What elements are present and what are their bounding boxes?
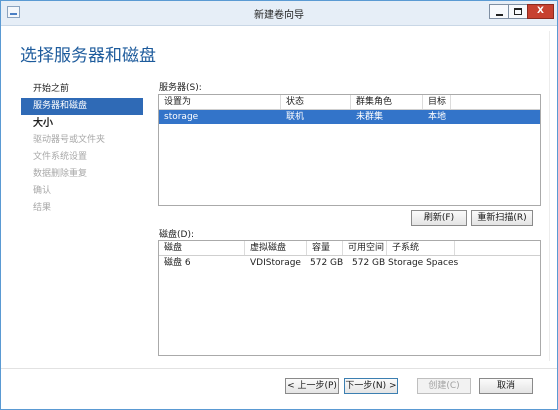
minimize-button[interactable] — [489, 4, 509, 19]
servers-header: 设置为 状态 群集角色 目标 — [159, 95, 540, 110]
col-subsystem[interactable]: 子系统 — [387, 241, 455, 255]
create-button: 创建(C) — [417, 378, 471, 394]
server-cluster-role: 未群集 — [356, 112, 384, 122]
col-disk[interactable]: 磁盘 — [159, 241, 245, 255]
table-row[interactable]: 磁盘 6 VDIStorage 572 GB 572 GB Storage Sp… — [159, 256, 540, 270]
step-drive-letter: 驱动器号或文件夹 — [33, 135, 106, 145]
divider — [549, 31, 550, 361]
table-row[interactable]: storage 联机 未群集 本地 — [159, 110, 540, 124]
maximize-button[interactable] — [508, 4, 528, 19]
col-free-space[interactable]: 可用空间 — [343, 241, 387, 255]
step-server-and-disk[interactable]: 服务器和磁盘 — [21, 98, 143, 115]
close-icon: X — [537, 6, 544, 16]
disk-name: 磁盘 6 — [164, 258, 191, 268]
col-cluster-role[interactable]: 群集角色 — [351, 95, 423, 109]
minimize-icon — [496, 14, 503, 16]
col-capacity[interactable]: 容量 — [307, 241, 343, 255]
step-confirmation: 确认 — [33, 186, 52, 196]
rescan-button[interactable]: 重新扫描(R) — [471, 210, 533, 226]
disks-grid[interactable]: 磁盘 虚拟磁盘 容量 可用空间 子系统 磁盘 6 VDIStorage 572 … — [158, 240, 541, 356]
next-button[interactable]: 下一步(N) > — [344, 378, 398, 394]
page-title: 选择服务器和磁盘 — [20, 46, 156, 66]
server-destination: 本地 — [428, 112, 447, 122]
disk-subsystem: Storage Spaces — [388, 258, 459, 268]
col-virtual-disk[interactable]: 虚拟磁盘 — [245, 241, 307, 255]
title-bar[interactable]: 新建卷向导 X — [1, 1, 557, 26]
maximize-icon — [514, 8, 522, 15]
col-provisioned-to[interactable]: 设置为 — [159, 95, 281, 109]
disk-virtual-disk: VDIStorage — [250, 258, 301, 268]
step-results: 结果 — [33, 203, 52, 213]
wizard-steps: 开始之前 服务器和磁盘 大小 驱动器号或文件夹 文件系统设置 数据删除重复 确认… — [21, 81, 143, 217]
step-file-system: 文件系统设置 — [33, 152, 88, 162]
server-status: 联机 — [286, 112, 305, 122]
servers-label: 服务器(S): — [159, 83, 202, 93]
refresh-button[interactable]: 刷新(F) — [411, 210, 467, 226]
window-title: 新建卷向导 — [254, 10, 304, 21]
close-button[interactable]: X — [527, 4, 554, 19]
step-size[interactable]: 大小 — [21, 115, 143, 132]
server-name: storage — [164, 112, 199, 122]
footer-divider — [1, 368, 557, 369]
disks-header: 磁盘 虚拟磁盘 容量 可用空间 子系统 — [159, 241, 540, 256]
step-deduplication: 数据删除重复 — [33, 169, 88, 179]
step-before-you-begin[interactable]: 开始之前 — [21, 81, 143, 98]
previous-button[interactable]: < 上一步(P) — [285, 378, 339, 394]
col-status[interactable]: 状态 — [281, 95, 351, 109]
col-destination[interactable]: 目标 — [423, 95, 451, 109]
cancel-button[interactable]: 取消 — [479, 378, 533, 394]
disks-label: 磁盘(D): — [159, 230, 194, 240]
wizard-window: 新建卷向导 X 选择服务器和磁盘 开始之前 服务器和磁盘 大小 驱动器号或文件夹… — [0, 0, 558, 410]
disk-capacity: 572 GB — [310, 258, 344, 268]
servers-grid[interactable]: 设置为 状态 群集角色 目标 storage 联机 未群集 本地 — [158, 94, 541, 206]
